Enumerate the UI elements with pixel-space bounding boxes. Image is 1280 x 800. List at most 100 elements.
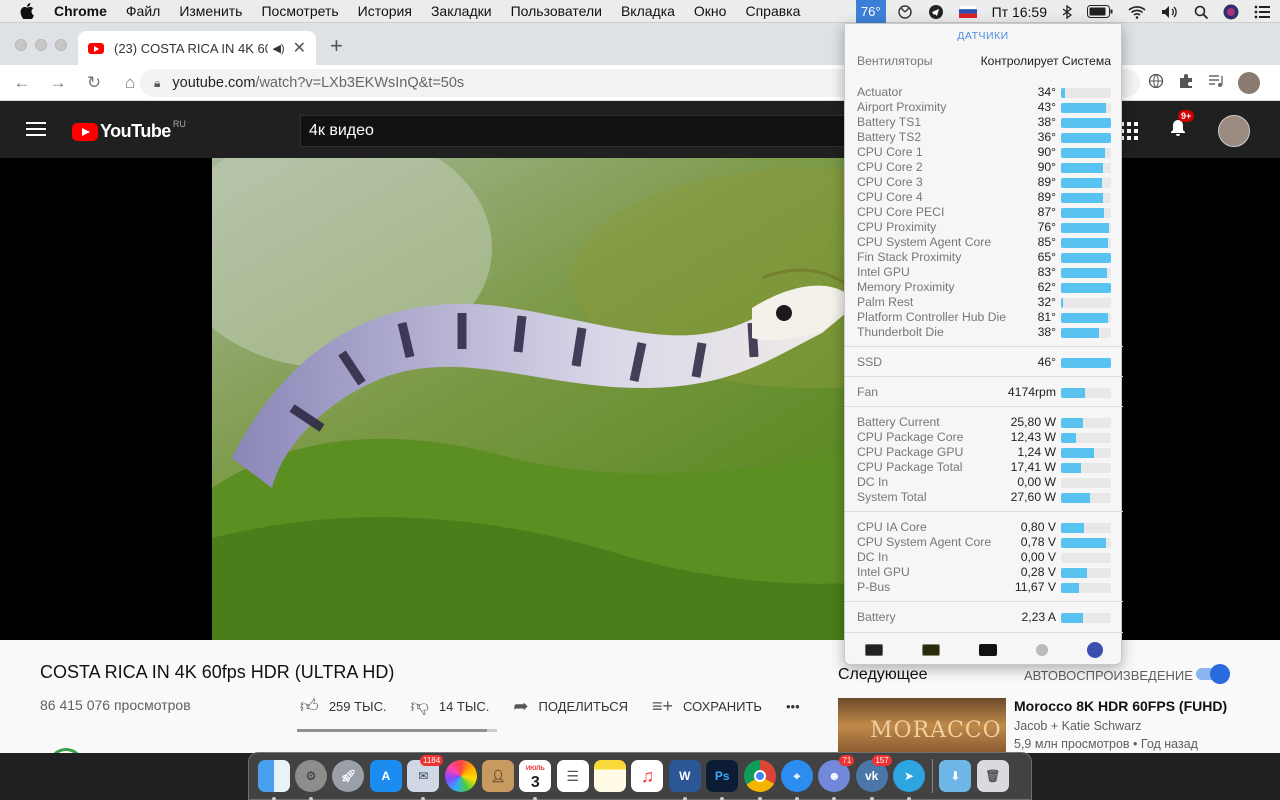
close-window-button[interactable] [15,39,27,51]
sensor-row[interactable]: CPU Core 4 89° [857,190,1111,205]
media-control-icon[interactable] [1208,74,1224,93]
fans-control-row[interactable]: Вентиляторы Контролирует Система [857,54,1111,68]
menu-help[interactable]: Справка [745,3,800,19]
sensor-row[interactable]: Battery Current 25,80 W [857,415,1111,430]
activity-monitor-icon[interactable] [864,643,883,656]
recommended-channel[interactable]: Jacob + Katie Schwarz [1014,719,1142,733]
sensor-row[interactable]: Battery 2,23 A [857,610,1111,625]
menu-file[interactable]: Файл [126,3,160,19]
extensions-puzzle-icon[interactable] [1178,73,1194,94]
zoom-window-button[interactable] [55,39,67,51]
system-preferences-icon[interactable]: ⚙ [295,760,328,800]
console-icon[interactable] [921,643,940,656]
menu-view[interactable]: Посмотреть [261,3,338,19]
siri-icon[interactable] [1223,4,1239,20]
vk-icon[interactable]: vk 157 [855,755,892,800]
like-button[interactable]: 👍︎ 259 ТЫС. [300,695,387,717]
sensor-row[interactable]: DC In 0,00 V [857,550,1111,565]
sensor-row[interactable]: CPU Core PECI 87° [857,205,1111,220]
trash-icon[interactable]: 🗑︎ [976,760,1009,792]
menu-edit[interactable]: Изменить [179,3,242,19]
sensor-row[interactable]: Palm Rest 32° [857,295,1111,310]
disk-utility-icon[interactable] [1036,643,1049,656]
new-tab-button[interactable]: + [330,33,343,59]
spotlight-search-icon[interactable] [1194,5,1208,19]
search-input[interactable]: 4к видео [300,115,860,147]
apps-grid-icon[interactable] [1120,122,1138,140]
fan-icon[interactable] [897,4,913,20]
hamburger-menu-icon[interactable] [26,122,46,140]
more-actions-button[interactable]: ••• [786,699,800,714]
sensor-row[interactable]: CPU Package Total 17,41 W [857,460,1111,475]
safari-icon[interactable]: ⌖ [780,760,813,800]
menu-users[interactable]: Пользователи [511,3,602,19]
sensor-row[interactable]: DC In 0,00 W [857,475,1111,490]
sensor-row[interactable]: SSD 46° [857,355,1111,370]
battery-icon[interactable] [1087,5,1113,18]
sensor-row[interactable]: CPU Core 2 90° [857,160,1111,175]
sensor-row[interactable]: System Total 27,60 W [857,490,1111,505]
recommended-title[interactable]: Morocco 8K HDR 60FPS (FUHD) [1014,698,1227,714]
finder-icon[interactable] [257,760,290,800]
apple-icon[interactable] [20,3,36,19]
sensor-row[interactable]: CPU Package GPU 1,24 W [857,445,1111,460]
sensor-row[interactable]: CPU Proximity 76° [857,220,1111,235]
menu-window[interactable]: Окно [694,3,727,19]
word-icon[interactable]: W [668,760,701,800]
menu-tab[interactable]: Вкладка [621,3,675,19]
telegram-icon[interactable]: ➤ [893,760,926,800]
extension-globe-icon[interactable] [1148,73,1164,94]
menubar-clock[interactable]: Пт 16:59 [992,4,1047,20]
menu-history[interactable]: История [358,3,412,19]
sensor-row[interactable]: P-Bus 11,67 V [857,580,1111,595]
sensors-header[interactable]: ДАТЧИКИ [845,24,1121,48]
sensor-row[interactable]: Fin Stack Proximity 65° [857,250,1111,265]
lock-icon[interactable]: 🔒︎ [154,76,160,91]
sensor-row[interactable]: Memory Proximity 62° [857,280,1111,295]
temperature-status-item[interactable]: 76° [855,0,886,23]
profile-avatar[interactable] [1238,72,1260,94]
notification-center-icon[interactable] [1254,5,1270,19]
menu-app-chrome[interactable]: Chrome [54,3,107,19]
sensor-row[interactable]: CPU IA Core 0,80 V [857,520,1111,535]
autoplay-toggle[interactable] [1196,664,1230,684]
reminders-icon[interactable]: ☰ [556,760,589,792]
sensor-row[interactable]: Actuator 34° [857,85,1111,100]
contacts-icon[interactable]: 👤︎ [481,760,514,792]
share-button[interactable]: ➦ ПОДЕЛИТЬСЯ [513,696,628,717]
account-avatar[interactable] [1218,115,1250,147]
sensor-row[interactable]: CPU System Agent Core 0,78 V [857,535,1111,550]
sensor-row[interactable]: Fan 4174rpm [857,385,1111,400]
calendar-icon[interactable]: ИЮЛЬ 3 [519,760,552,800]
wifi-icon[interactable] [1128,5,1146,19]
photoshop-icon[interactable]: Ps [706,760,739,800]
dislike-button[interactable]: 👎︎ 14 ТЫС. [411,695,490,717]
telegram-menubar-icon[interactable] [928,4,944,20]
launchpad-icon[interactable]: 🚀︎ [332,760,365,792]
save-button[interactable]: ≡+ СОХРАНИТЬ [652,696,762,717]
notifications-bell-icon[interactable]: 9+ [1168,110,1195,144]
sensor-row[interactable]: Airport Proximity 43° [857,100,1111,115]
reload-icon[interactable]: ↻ [78,73,110,93]
recommended-thumbnail[interactable]: MORACCO [838,698,1006,753]
discord-icon[interactable]: ☻ 71 [818,755,855,800]
tab-audio-icon[interactable]: ◀) [272,42,284,55]
sensor-row[interactable]: Intel GPU 0,28 V [857,565,1111,580]
music-icon[interactable]: ♫ [631,760,664,792]
browser-tab[interactable]: (23) COSTA RICA IN 4K 60 ◀) ✕ [78,31,316,65]
sensor-row[interactable]: Battery TS1 38° [857,115,1111,130]
sensor-row[interactable]: CPU System Agent Core 85° [857,235,1111,250]
input-language-icon[interactable] [958,5,977,18]
sensor-row[interactable]: Platform Controller Hub Die 81° [857,310,1111,325]
sensor-row[interactable]: Intel GPU 83° [857,265,1111,280]
menu-bookmarks[interactable]: Закладки [431,3,492,19]
terminal-icon[interactable] [978,643,997,656]
close-tab-icon[interactable]: ✕ [293,38,306,58]
istat-app-icon[interactable] [1087,641,1104,658]
sensor-row[interactable]: Battery TS2 36° [857,130,1111,145]
back-arrow-icon[interactable]: ← [6,73,38,93]
sensor-row[interactable]: CPU Core 1 90° [857,145,1111,160]
mail-icon[interactable]: ✉ 1184 [407,755,444,800]
minimize-window-button[interactable] [35,39,47,51]
app-store-icon[interactable]: A [369,760,402,792]
